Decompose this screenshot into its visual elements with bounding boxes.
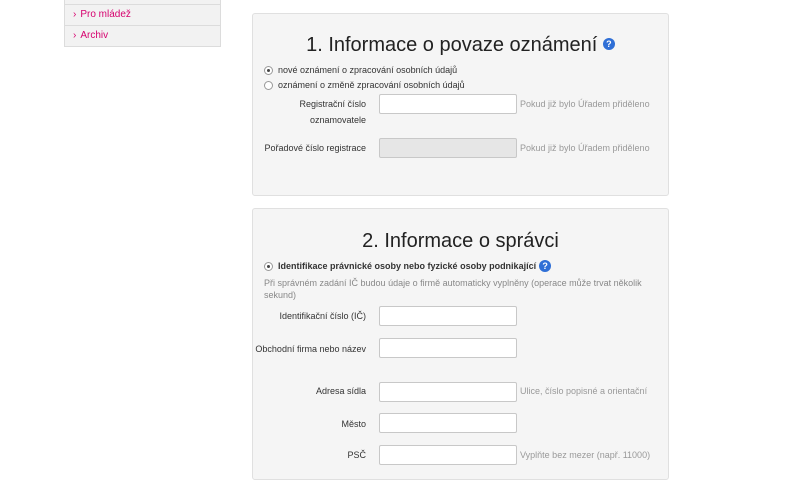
field-label-registracni-cislo: Registrační číslo oznamovatele xyxy=(299,99,366,125)
radio-nove-oznameni[interactable]: nové oznámení o zpracování osobních údaj… xyxy=(264,65,457,75)
help-icon[interactable]: ? xyxy=(602,37,615,50)
radio-button[interactable] xyxy=(264,261,273,271)
adresa-sidla-input[interactable] xyxy=(379,382,517,402)
section-title: 1. Informace o povaze oznámení ? xyxy=(253,34,668,57)
radio-button[interactable] xyxy=(264,65,273,75)
sidebar-item-archiv[interactable]: › Archiv xyxy=(64,26,221,47)
sidebar: › Pro mládež › Archiv xyxy=(64,0,221,47)
field-label-adresa-sidla: Adresa sídla xyxy=(315,386,366,396)
help-icon[interactable]: ? xyxy=(539,260,552,272)
field-label-psc: PSČ xyxy=(347,450,366,460)
section-title: 2. Informace o správci xyxy=(362,230,559,252)
section-title-text: 1. Informace o povaze oznámení xyxy=(306,34,598,56)
ic-input[interactable] xyxy=(379,306,517,326)
field-label-mesto: Město xyxy=(341,419,366,429)
registracni-cislo-input[interactable] xyxy=(379,94,517,114)
field-label-poradove-cislo: Pořadové číslo registrace xyxy=(264,143,366,153)
section-povaze-oznameni: 1. Informace o povaze oznámení ? nové oz… xyxy=(252,13,669,196)
field-hint: Pokud již bylo Úřadem přiděleno xyxy=(520,99,650,109)
radio-label: Identifikace právnické osoby nebo fyzick… xyxy=(278,261,537,271)
radio-label: nové oznámení o zpracování osobních údaj… xyxy=(278,65,458,75)
field-hint: Vyplňte bez mezer (např. 11000) xyxy=(520,450,651,460)
field-label-obchodni-firma: Obchodní firma nebo název xyxy=(255,344,366,354)
obchodni-firma-input[interactable] xyxy=(379,338,517,358)
radio-pravnicka-osoba[interactable]: Identifikace právnické osoby nebo fyzick… xyxy=(264,260,552,272)
psc-input[interactable] xyxy=(379,445,517,465)
radio-button[interactable] xyxy=(264,80,273,90)
chevron-right-icon: › xyxy=(73,9,77,20)
radio-zmena-oznameni[interactable]: oznámení o změně zpracování osobních úda… xyxy=(264,80,465,90)
mesto-input[interactable] xyxy=(379,413,517,433)
field-hint: Pokud již bylo Úřadem přiděleno xyxy=(520,143,650,153)
radio-label: oznámení o změně zpracování osobních úda… xyxy=(278,80,465,90)
field-label-ic: Identifikační číslo (IČ) xyxy=(279,311,366,321)
ic-note: Při správném zadání IČ budou údaje o fir… xyxy=(264,278,642,300)
sidebar-item-label: Archiv xyxy=(80,30,109,41)
section-informace-o-spravci: 2. Informace o správci Identifikace práv… xyxy=(252,208,669,480)
poradove-cislo-input xyxy=(379,138,517,158)
sidebar-item-label: Pro mládež xyxy=(80,9,131,20)
chevron-right-icon: › xyxy=(73,30,77,41)
sidebar-item-pro-mladez[interactable]: › Pro mládež xyxy=(64,5,221,26)
field-hint: Ulice, číslo popisné a orientační xyxy=(520,386,648,396)
